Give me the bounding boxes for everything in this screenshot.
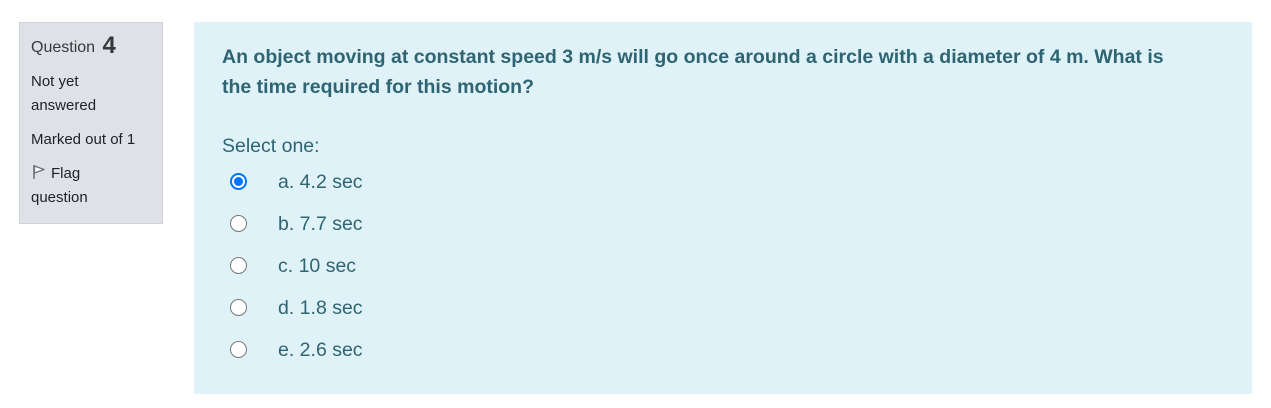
question-number: 4 <box>102 32 116 59</box>
select-one-prompt: Select one: <box>222 135 320 157</box>
question-content-panel: An object moving at constant speed 3 m/s… <box>194 22 1252 394</box>
answer-option-d[interactable]: d. 1.8 sec <box>222 295 1224 337</box>
answer-option-c[interactable]: c. 10 sec <box>222 253 1224 295</box>
answer-label-e[interactable]: e. 2.6 sec <box>278 338 363 362</box>
question-text: An object moving at constant speed 3 m/s… <box>222 42 1232 102</box>
answer-option-a[interactable]: a. 4.2 sec <box>222 169 1224 211</box>
answer-label-c[interactable]: c. 10 sec <box>278 254 356 278</box>
question-text-line1: An object moving at constant speed 3 m/s… <box>222 46 1164 68</box>
answer-label-d[interactable]: d. 1.8 sec <box>278 296 363 320</box>
answer-label-a[interactable]: a. 4.2 sec <box>278 170 363 194</box>
answer-radio-d[interactable] <box>230 299 247 316</box>
flag-icon[interactable] <box>31 164 47 180</box>
flag-label-line2[interactable]: question <box>31 186 151 210</box>
flag-label-line1[interactable]: Flag <box>51 165 80 182</box>
answer-option-b[interactable]: b. 7.7 sec <box>222 211 1224 253</box>
answer-radio-a[interactable] <box>230 173 247 190</box>
question-heading: Question 4 <box>31 33 151 61</box>
question-info-panel: Question 4 Not yet answered Marked out o… <box>19 22 163 224</box>
question-grade: Marked out of 1 <box>31 131 136 148</box>
answer-radio-b[interactable] <box>230 215 247 232</box>
flag-question-button[interactable]: Flag question <box>31 162 151 210</box>
question-text-line2: the time required for this motion? <box>222 76 535 98</box>
answer-radio-e[interactable] <box>230 341 247 358</box>
question-state-line1: Not yet <box>31 73 79 90</box>
question-state: Not yet answered <box>31 70 151 118</box>
answer-label-b[interactable]: b. 7.7 sec <box>278 212 363 236</box>
question-label: Question <box>31 39 96 56</box>
answer-radio-c[interactable] <box>230 257 247 274</box>
question-state-line2: answered <box>31 97 97 114</box>
answer-options: a. 4.2 sec b. 7.7 sec c. 10 sec d. 1.8 s… <box>222 169 1224 379</box>
answer-option-e[interactable]: e. 2.6 sec <box>222 337 1224 379</box>
